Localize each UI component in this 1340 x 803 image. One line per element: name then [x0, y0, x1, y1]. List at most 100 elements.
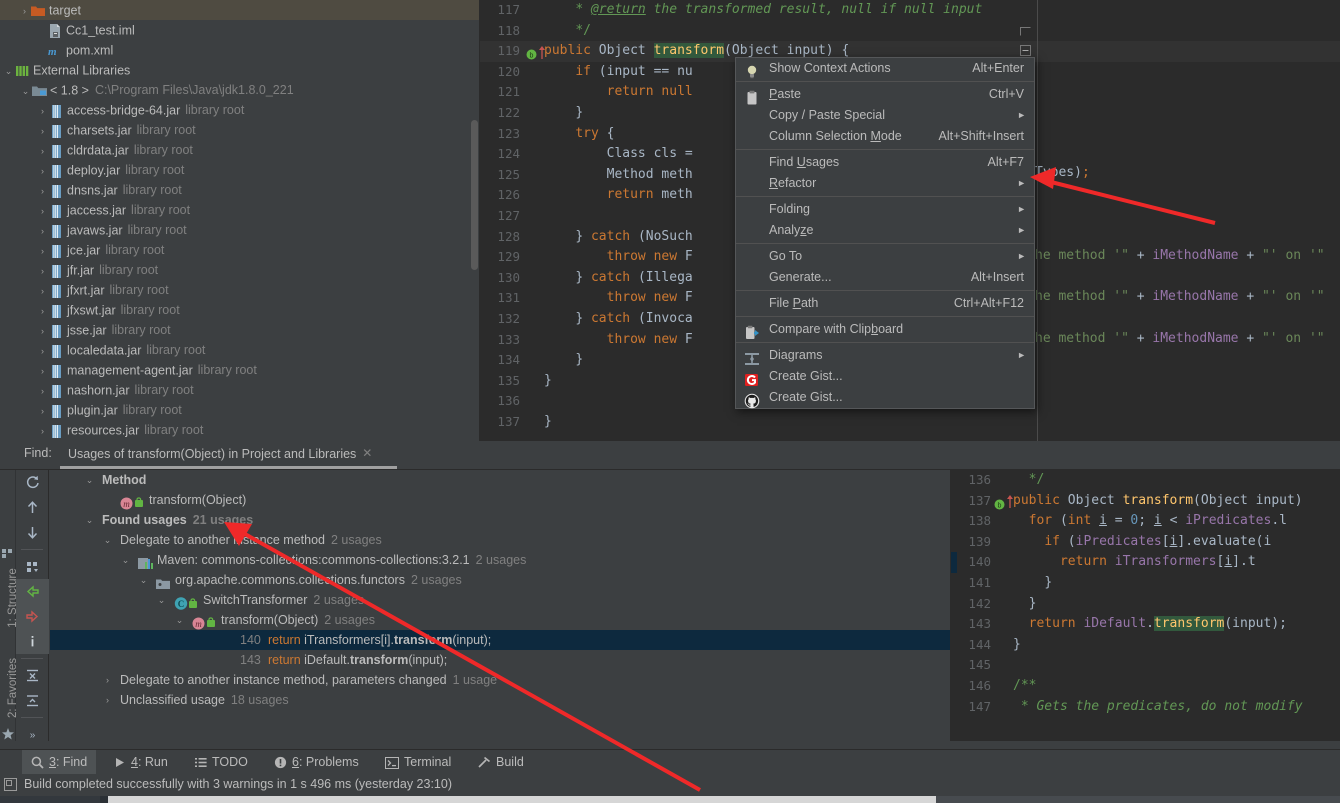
project-tree-row[interactable]: ⌄ External Libraries [0, 60, 480, 80]
chevron-icon[interactable]: › [19, 1, 30, 21]
project-tree-row[interactable]: › management-agent.jar library root [0, 360, 480, 380]
usage-tree-row[interactable]: ⌄ C SwitchTransformer 2 usages [50, 590, 950, 610]
project-tree-row[interactable]: › jaccess.jar library root [0, 200, 480, 220]
chevron-icon[interactable]: › [37, 361, 48, 381]
menu-item-generate[interactable]: Generate... Alt+Insert [736, 267, 1034, 288]
find-actions-sidebar[interactable]: » [16, 470, 49, 741]
project-tree-row[interactable]: › target [0, 0, 480, 20]
project-tree-row[interactable]: › jce.jar library root [0, 240, 480, 260]
usage-tree-row[interactable]: 140 return iTransformers[i].transform(inp… [50, 630, 950, 650]
expand-all-icon[interactable] [16, 663, 49, 688]
project-tree-row[interactable]: › charsets.jar library root [0, 120, 480, 140]
chevron-icon[interactable]: › [37, 101, 48, 121]
chevron-icon[interactable]: › [37, 161, 48, 181]
usage-tree-row[interactable]: ⌄ org.apache.commons.collections.functors… [50, 570, 950, 590]
menu-item-create-gist[interactable]: Create Gist... [736, 366, 1034, 387]
chevron-icon[interactable]: › [37, 221, 48, 241]
menu-item-copy-paste-special[interactable]: Copy / Paste Special ► [736, 105, 1034, 126]
chevron-icon[interactable]: › [102, 690, 113, 710]
usage-tree-row[interactable]: ⌄ m transform(Object) 2 usages [50, 610, 950, 630]
project-tree-row[interactable]: › cldrdata.jar library root [0, 140, 480, 160]
editor-line[interactable]: 137} [480, 412, 1340, 433]
menu-item-find-usages[interactable]: Find Usages Alt+F7 [736, 152, 1034, 173]
project-tree-row[interactable]: ⌄ < 1.8 > C:\Program Files\Java\jdk1.8.0_2… [0, 80, 480, 100]
editor-line[interactable]: 118 */ [480, 21, 1340, 42]
chevron-icon[interactable]: › [37, 341, 48, 361]
chevron-icon[interactable]: › [37, 301, 48, 321]
chevron-icon[interactable]: › [37, 121, 48, 141]
chevron-icon[interactable]: ⌄ [174, 610, 185, 630]
preview-line[interactable]: 143 return iDefault.transform(input); [951, 614, 1340, 635]
menu-item-compare-with-clipboard[interactable]: Compare with Clipboard [736, 319, 1034, 340]
chevron-icon[interactable]: › [37, 401, 48, 421]
menu-item-create-gist[interactable]: Create Gist... [736, 387, 1034, 409]
project-tree-row[interactable]: › resources.jar library root [0, 420, 480, 440]
usage-tree-row[interactable]: ⌄ Found usages 21 usages [50, 510, 950, 530]
preview-line[interactable]: 144} [951, 635, 1340, 656]
expand-scope-icon[interactable] [16, 579, 49, 604]
tool-window-button-terminal[interactable]: Terminal [376, 750, 460, 775]
menu-item-analyze[interactable]: Analyze ► [736, 220, 1034, 241]
chevron-icon[interactable]: › [37, 141, 48, 161]
chevron-icon[interactable]: ⌄ [120, 550, 131, 570]
chevron-icon[interactable]: › [37, 241, 48, 261]
menu-item-go-to[interactable]: Go To ► [736, 246, 1034, 267]
preview-line[interactable]: 145 [951, 655, 1340, 676]
chevron-icon[interactable]: › [37, 321, 48, 341]
usages-tree[interactable]: ⌄ Method m transform(Object) ⌄ Found usages 21… [50, 470, 950, 741]
project-tree-row[interactable]: › jfr.jar library root [0, 260, 480, 280]
chevron-icon[interactable]: › [37, 421, 48, 441]
preview-line[interactable]: 138 for (int i = 0; i < iPredicates.l [951, 511, 1340, 532]
tool-window-button-todo[interactable]: TODO [185, 750, 257, 775]
chevron-icon[interactable]: ⌄ [84, 510, 95, 530]
preview-line[interactable]: 147 * Gets the predicates, do not modify [951, 697, 1340, 718]
chevron-icon[interactable]: ⌄ [156, 590, 167, 610]
fold-start-icon[interactable] [1020, 45, 1031, 57]
usage-tree-row[interactable]: ⌄ Delegate to another instance method 2 us… [50, 530, 950, 550]
collapse-all-icon[interactable] [16, 688, 49, 713]
more-icon[interactable]: » [16, 722, 49, 747]
left-tool-rail[interactable]: 1: Structure 2: Favorites [0, 470, 19, 741]
menu-item-refactor[interactable]: Refactor ► [736, 173, 1034, 194]
project-tree-row[interactable]: › jsse.jar library root [0, 320, 480, 340]
editor-line[interactable]: 117 * @return the transformed result, nu… [480, 0, 1340, 21]
preview-line[interactable]: 141 } [951, 573, 1340, 594]
filter-imports-icon[interactable] [16, 604, 49, 629]
preview-line[interactable]: 137 b public Object transform(Object input… [951, 491, 1340, 512]
info-icon[interactable] [16, 629, 49, 654]
usage-tree-row[interactable]: 143 return iDefault.transform(input); [50, 650, 950, 670]
tool-window-bar[interactable]: 3: Find 4: Run TODO 6: Problems Terminal Buil… [0, 749, 1340, 775]
project-scrollbar-thumb[interactable] [471, 120, 478, 270]
next-occurrence-icon[interactable] [16, 520, 49, 545]
close-icon[interactable]: ✕ [361, 447, 373, 459]
prev-occurrence-icon[interactable] [16, 495, 49, 520]
chevron-icon[interactable]: ⌄ [3, 61, 14, 81]
menu-item-column-selection-mode[interactable]: Column Selection Mode Alt+Shift+Insert [736, 126, 1034, 147]
project-tree-row[interactable]: › dnsns.jar library root [0, 180, 480, 200]
chevron-icon[interactable]: › [102, 670, 113, 690]
chevron-icon[interactable]: › [37, 381, 48, 401]
chevron-icon[interactable]: ⌄ [138, 570, 149, 590]
preview-line[interactable]: 142 } [951, 594, 1340, 615]
fold-end-icon[interactable] [1020, 25, 1031, 36]
tool-window-button-build[interactable]: Build [468, 750, 533, 775]
project-tree-row[interactable]: › jfxrt.jar library root [0, 280, 480, 300]
usage-preview-editor[interactable]: 136 */137 b public Object transform(Object… [951, 470, 1340, 741]
menu-item-diagrams[interactable]: Diagrams ► [736, 345, 1034, 366]
project-tree-row[interactable]: › plugin.jar library root [0, 400, 480, 420]
usage-tree-row[interactable]: ⌄ Maven: commons-collections:commons-coll… [50, 550, 950, 570]
project-tree-row[interactable]: › access-bridge-64.jar library root [0, 100, 480, 120]
group-by-icon[interactable] [16, 554, 49, 579]
menu-item-folding[interactable]: Folding ► [736, 199, 1034, 220]
project-tree-row[interactable]: Cc1_test.iml [0, 20, 480, 40]
project-tree-row[interactable]: › javaws.jar library root [0, 220, 480, 240]
menu-item-paste[interactable]: Paste Ctrl+V [736, 84, 1034, 105]
tool-window-button-problems[interactable]: 6: Problems [265, 750, 368, 775]
find-tab-usages[interactable]: Usages of transform(Object) in Project a… [60, 441, 378, 469]
usage-tree-row[interactable]: m transform(Object) [50, 490, 950, 510]
chevron-icon[interactable]: ⌄ [102, 530, 113, 550]
project-tree-row[interactable]: m pom.xml [0, 40, 480, 60]
menu-item-show-context-actions[interactable]: Show Context Actions Alt+Enter [736, 58, 1034, 79]
preview-line[interactable]: 146 /** [951, 676, 1340, 697]
usage-tree-row[interactable]: ⌄ Method [50, 470, 950, 490]
